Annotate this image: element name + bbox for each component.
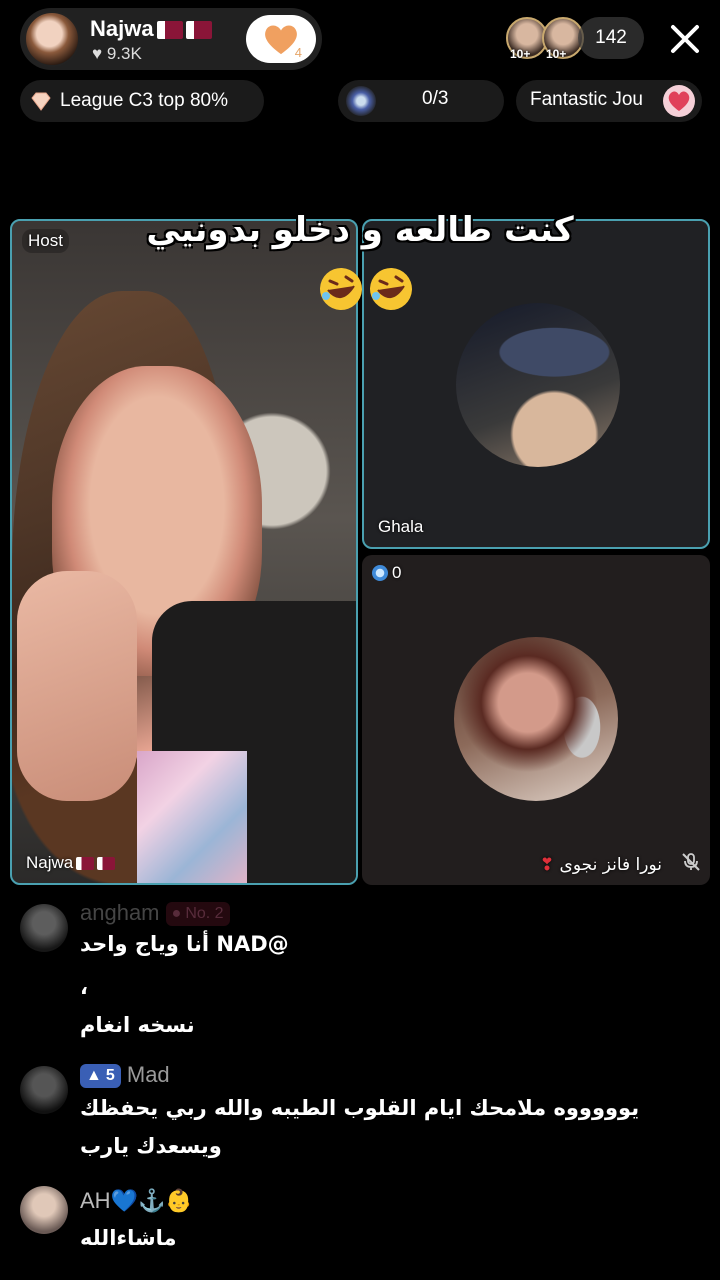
host-video-tile[interactable]: Host Najwa — [10, 219, 358, 885]
viewer-count[interactable]: 142 — [578, 17, 644, 59]
host-tag: Host — [22, 229, 69, 253]
commenter-name: ▲ 5 Mad — [80, 1062, 170, 1089]
gift-orb-icon — [346, 86, 376, 116]
close-button[interactable] — [664, 18, 706, 60]
commenter-avatar[interactable] — [20, 904, 68, 952]
comment-text: يوووووه ملامحك ايام القلوب الطيبه والله … — [80, 1096, 640, 1120]
promo-banner[interactable]: Fantastic Jou — [516, 80, 702, 122]
gift-goal-progress: 0/3 — [422, 88, 449, 109]
heart-icon: 4 — [262, 22, 302, 60]
top-viewers[interactable]: 10+ 10+ — [506, 17, 586, 61]
commenter-name: AH💙⚓👶 — [80, 1188, 193, 1213]
host-video-hand — [17, 571, 137, 801]
guest-avatar — [456, 303, 620, 467]
comment-text-continued: ويسعدك يارب — [80, 1134, 222, 1158]
qatar-flag-icon — [97, 857, 116, 871]
host-like-count: ♥ 9.3K — [92, 44, 142, 63]
qatar-flag-icon — [185, 21, 212, 40]
gem-icon — [372, 565, 388, 581]
commenter-avatar[interactable] — [20, 1066, 68, 1114]
follow-button[interactable]: 4 — [246, 15, 316, 63]
guest-score: 0 — [372, 563, 401, 583]
guest-name: Ghala — [378, 517, 424, 536]
host-avatar[interactable] — [24, 11, 80, 67]
commenter-avatar[interactable] — [20, 1186, 68, 1234]
qatar-flag-icon — [76, 857, 95, 871]
guest-avatar — [454, 637, 618, 801]
level-badge: ▲ 5 — [80, 1064, 121, 1089]
comment-text: ماشاءالله — [80, 1226, 177, 1250]
guest-name: ❣ نورا فانز نجوى — [539, 855, 662, 875]
overlay-caption: كنت طالعه و دخلو بدونيي — [146, 210, 574, 250]
league-label: League C3 top 80% — [60, 90, 228, 111]
gift-goal[interactable]: 0/3 — [338, 80, 504, 122]
comment-text: ، — [80, 975, 88, 999]
rofl-emoji-icon — [370, 268, 412, 310]
rank-badge: ● No. 2 — [165, 902, 230, 927]
commenter-name: angham ● No. 2 — [80, 900, 230, 927]
diamond-icon — [31, 92, 51, 111]
close-icon — [671, 25, 699, 53]
host-tile-name: Najwa — [26, 853, 116, 873]
follow-count: 4 — [294, 45, 302, 60]
comment-text: نسخه انغام — [80, 1013, 195, 1037]
league-badge[interactable]: League C3 top 80% — [20, 80, 264, 122]
comment-text: أنا وياج واحد NAD@ — [80, 932, 289, 956]
host-name: Najwa — [90, 16, 212, 42]
guest-tile-noura[interactable]: 0 ❣ نورا فانز نجوى — [362, 555, 710, 885]
host-info-pill[interactable]: Najwa ♥ 9.3K 4 — [20, 8, 322, 70]
promo-label: Fantastic Jou — [530, 89, 643, 110]
mic-muted-icon[interactable] — [680, 851, 702, 873]
host-video-dress — [137, 751, 247, 883]
qatar-flag-icon — [156, 21, 183, 40]
rofl-emoji-icon — [320, 268, 362, 310]
caption-emoji — [318, 266, 418, 316]
heart-gift-icon — [663, 85, 695, 117]
